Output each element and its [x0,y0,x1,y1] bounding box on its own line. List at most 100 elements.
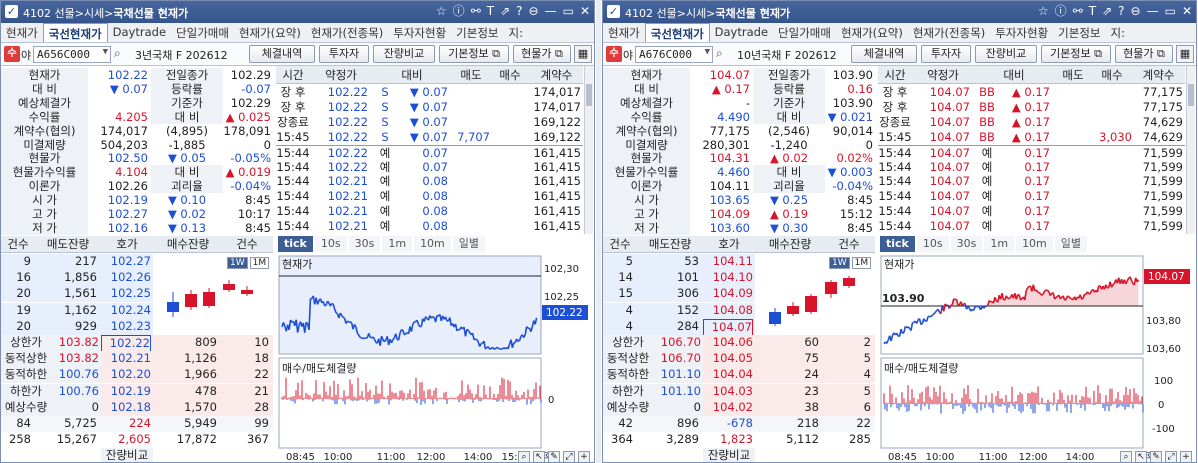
trade-scrollbar[interactable] [1186,66,1195,234]
bid-price[interactable]: 102.20 [101,367,151,383]
bid-row[interactable]: 동적상한 106.70 104.05 75 5 [603,351,875,368]
bid-row[interactable]: 하한가 101.10 104.03 23 5 [603,383,875,400]
tab-bond-futures-price[interactable]: 국선현재가 [42,23,108,42]
bid-row[interactable]: 동적하한 100.76 102.20 1,966 22 [1,367,273,384]
bid-price[interactable]: 102.19 [101,384,151,400]
ask-price[interactable]: 102.26 [101,270,151,286]
code-input[interactable]: A656C000 ▼ [33,46,111,63]
pin-icon[interactable]: ⇗ [500,4,510,19]
scroll-thumb[interactable] [1188,84,1194,106]
bid-row[interactable]: 상한가 103.82 102.22 809 10 [1,335,273,353]
plus-icon[interactable]: + [1180,451,1192,462]
trade-scrollbar[interactable] [584,66,593,234]
panel-divider[interactable] [596,0,601,463]
pencil-icon[interactable]: ✎ [548,451,560,462]
maximize-icon[interactable]: ▭ [563,4,574,19]
ask-price[interactable]: 104.09 [703,286,753,302]
zoom-out-icon[interactable]: ⊖ [1131,4,1141,19]
investor-button[interactable]: 투자자 [921,45,971,63]
tab-single-price[interactable]: 단일가매매 [171,23,234,42]
tab-current-price[interactable]: 현재가 [603,23,645,42]
period-tab-week[interactable]: 1W [227,257,248,269]
tab-current-price[interactable]: 현재가 [1,23,43,42]
bid-row[interactable]: 상한가 106.70 104.06 60 2 [603,335,875,351]
help-icon[interactable]: ? [516,4,522,19]
chart-tab-tick[interactable]: tick [880,236,915,252]
tab-single-price[interactable]: 단일가매매 [773,23,836,42]
chevron-down-icon[interactable]: ▼ [705,47,710,57]
favorite-icon[interactable]: 수 [4,46,20,62]
tab-daytrade[interactable]: Daytrade [108,23,171,42]
spot-price-button[interactable]: 현물가 ⧉ [1115,45,1173,63]
close-icon[interactable]: ✕ [580,4,590,19]
chart-tab-1m[interactable]: 1m [984,236,1015,252]
bid-price[interactable]: 102.21 [101,351,151,367]
investor-button[interactable]: 투자자 [319,45,369,63]
tab-all-items[interactable]: 현재가(전종목) [306,23,388,42]
expand-icon[interactable]: ⤢ [1165,451,1177,462]
chart-tab-일별[interactable]: 일별 [452,236,486,252]
search-icon[interactable]: ⌕ [114,46,121,61]
ask-price[interactable]: 102.24 [101,303,151,319]
pin-icon[interactable]: ⇗ [1102,4,1112,19]
chart-tab-10s[interactable]: 10s [314,236,347,252]
remain-compare-label[interactable]: 잔량비교 [101,448,153,462]
tab-basic-info[interactable]: 기본정보 [451,23,503,42]
tab-all-items[interactable]: 현재가(전종목) [908,23,990,42]
plus-icon[interactable]: + [578,451,590,462]
price-plot-area[interactable] [278,255,542,355]
zoom-icon[interactable]: ⌕ [1120,451,1132,462]
bid-price[interactable]: 104.05 [703,351,753,367]
tab-basic-info[interactable]: 기본정보 [1053,23,1105,42]
orderbook-footer[interactable]: 잔량비교 [1,448,273,462]
info-icon[interactable]: ⓘ [453,4,465,19]
ask-price[interactable]: 104.10 [703,270,753,286]
search-icon[interactable]: ⌕ [716,46,723,61]
grid-icon[interactable]: ▦ [1176,45,1194,63]
bid-row[interactable]: 동적상한 103.82 102.21 1,126 18 [1,351,273,368]
tab-daytrade[interactable]: Daytrade [710,23,773,42]
tab-more[interactable]: 지: [504,23,528,42]
chart-tab-10s[interactable]: 10s [916,236,949,252]
bid-row[interactable]: 하한가 100.76 102.19 478 21 [1,383,273,400]
tab-bond-futures-price[interactable]: 국선현재가 [644,23,710,42]
remain-compare-label[interactable]: 잔량비교 [703,448,755,462]
chevron-down-icon[interactable]: ▼ [103,47,108,57]
minimize-icon[interactable]: — [545,4,557,19]
period-tab-week[interactable]: 1W [829,257,850,269]
link-icon[interactable]: ⚯ [471,4,481,19]
pointer-icon[interactable]: ↖ [533,451,545,462]
bid-price[interactable]: 102.18 [101,400,151,416]
bid-row[interactable]: 동적하한 101.10 104.04 24 4 [603,367,875,384]
bid-price[interactable]: 102.22 [101,335,151,353]
zoom-out-icon[interactable]: ⊖ [529,4,539,19]
text-icon[interactable]: T [1089,4,1096,19]
bid-price[interactable]: 104.03 [703,384,753,400]
chart-tab-1m[interactable]: 1m [382,236,413,252]
tab-investors[interactable]: 투자자현황 [388,23,451,42]
orderbook-footer[interactable]: 잔량비교 [603,448,875,462]
chart-tab-tick[interactable]: tick [278,236,313,252]
info-icon[interactable]: ⓘ [1055,4,1067,19]
ask-price[interactable]: 104.08 [703,303,753,319]
bid-price[interactable]: 104.04 [703,367,753,383]
ask-price[interactable]: 102.27 [101,254,151,270]
chart-tab-30s[interactable]: 30s [348,236,381,252]
zoom-icon[interactable]: ⌕ [518,451,530,462]
chart-tab-30s[interactable]: 30s [950,236,983,252]
favorite-icon[interactable]: 수 [606,46,622,62]
bid-price[interactable]: 104.06 [703,335,753,351]
checkbox-icon[interactable]: ✓ [607,5,620,18]
window-titlebar[interactable]: ✓ 4102 선물>시세>국채선물 현재가 ☆ ⓘ ⚯ T ⇗? ⊖ — ▭ ✕ [603,1,1196,23]
expand-icon[interactable]: ⤢ [563,451,575,462]
remain-compare-button[interactable]: 잔량비교 [975,45,1037,63]
checkbox-icon[interactable]: ✓ [5,5,18,18]
tab-summary[interactable]: 현재가(요약) [234,23,306,42]
link-icon[interactable]: ⚯ [1073,4,1083,19]
trade-history-button[interactable]: 체결내역 [249,45,315,63]
bid-price[interactable]: 104.02 [703,400,753,416]
scroll-thumb[interactable] [586,84,592,106]
basic-info-button[interactable]: 기본정보 ⧉ [439,45,509,63]
chart-tab-일별[interactable]: 일별 [1054,236,1088,252]
ask-price[interactable]: 104.11 [703,254,753,270]
